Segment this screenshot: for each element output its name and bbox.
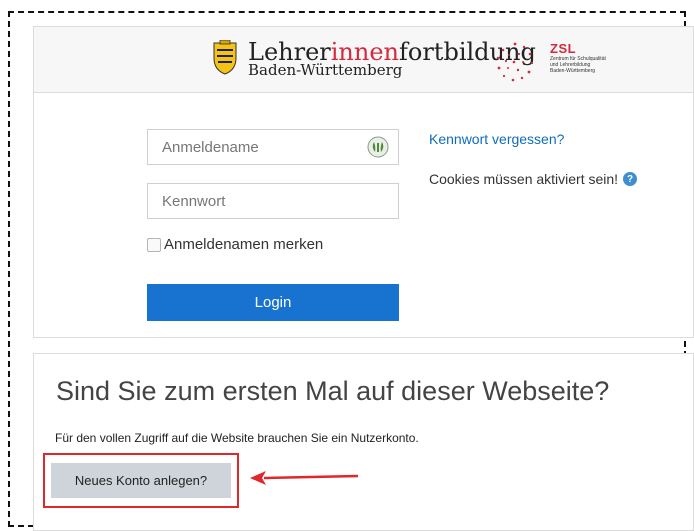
username-input[interactable]: Anmeldename xyxy=(147,129,399,165)
login-card: Lehrerinnenfortbildung Baden-Württemberg… xyxy=(33,26,694,338)
brand-title: Lehrerinnenfortbildung Baden-Württemberg xyxy=(248,39,536,78)
cookies-text: Cookies müssen aktiviert sein! xyxy=(429,171,619,187)
question-circle-icon[interactable]: ? xyxy=(623,172,638,186)
remember-label: Anmeldenamen merken xyxy=(164,236,324,253)
zsl-sub-3: Baden-Württemberg xyxy=(550,68,596,74)
cookies-notice: Cookies müssen aktiviert sein! ? xyxy=(429,171,638,187)
login-button[interactable]: Login xyxy=(147,284,399,321)
password-placeholder: Kennwort xyxy=(162,193,226,210)
password-manager-icon[interactable] xyxy=(367,136,389,158)
highlight-box: Neues Konto anlegen? xyxy=(43,453,239,508)
password-input[interactable]: Kennwort xyxy=(147,183,399,219)
signup-card: Sind Sie zum ersten Mal auf dieser Webse… xyxy=(33,353,694,531)
username-placeholder: Anmeldename xyxy=(162,139,259,156)
coat-of-arms-icon xyxy=(213,40,237,75)
zsl-logo-text: ZSL Zentrum für Schulqualität und Lehrer… xyxy=(550,41,606,75)
site-header: Lehrerinnenfortbildung Baden-Württemberg… xyxy=(34,27,693,93)
zsl-title: ZSL xyxy=(550,41,577,56)
signup-info: Für den vollen Zugriff auf die Website b… xyxy=(55,431,419,445)
remember-username[interactable]: Anmeldenamen merken xyxy=(147,236,323,253)
new-account-button[interactable]: Neues Konto anlegen? xyxy=(51,463,231,498)
arrow-left-icon xyxy=(250,471,359,485)
forgot-password-link[interactable]: Kennwort vergessen? xyxy=(429,131,564,147)
zsl-logo-icon xyxy=(496,42,534,82)
remember-checkbox[interactable] xyxy=(147,237,161,252)
signup-heading: Sind Sie zum ersten Mal auf dieser Webse… xyxy=(56,376,610,406)
